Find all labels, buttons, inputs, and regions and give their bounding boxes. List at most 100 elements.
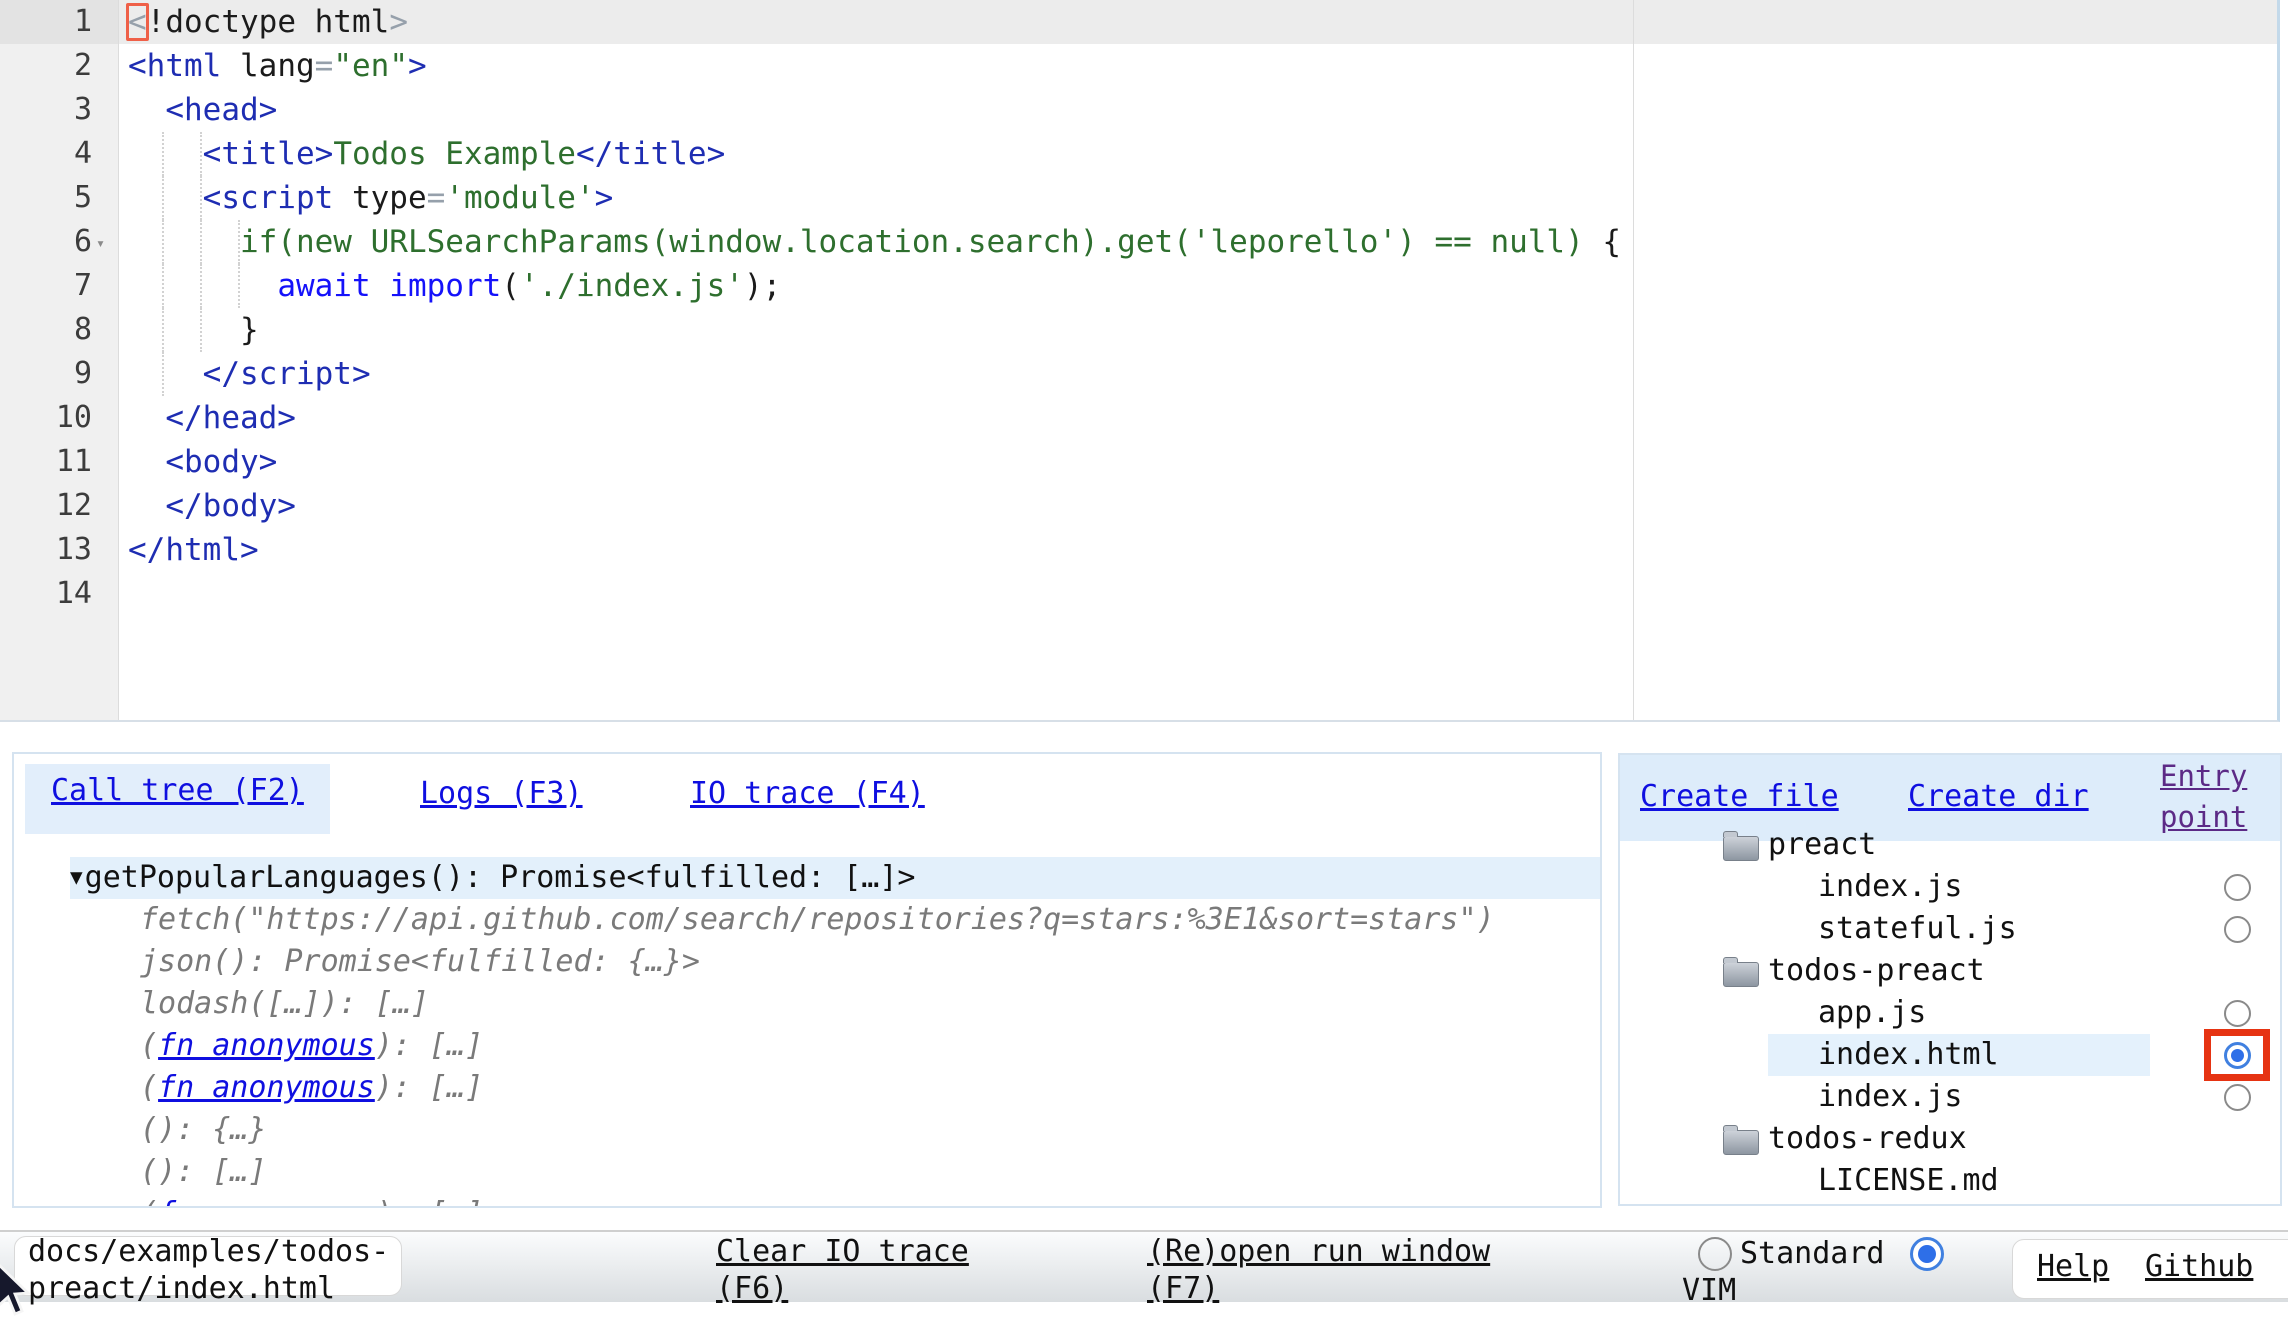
code-line[interactable]: } [119,308,2277,352]
call-tree-row-label: (): […] [140,1154,266,1189]
call-tree-row-label: ): […] [375,1070,483,1105]
code-line[interactable]: <html lang="en"> [119,44,2277,88]
code-token [128,92,165,128]
call-tree-row[interactable]: json(): Promise<fulfilled: {…}> [140,941,700,983]
code-token: <html [128,48,221,84]
clear-io-trace-button[interactable]: Clear IO trace (F6) [716,1233,986,1307]
code-line[interactable]: <script type='module'> [119,176,2277,220]
code-line[interactable]: await import('./index.js'); [119,264,2277,308]
line-number: 10 [0,396,92,440]
call-tree-row-label: json(): Promise<fulfilled: {…}> [140,944,700,979]
reopen-run-window-button[interactable]: (Re)open run window (F7) [1147,1233,1499,1307]
file-panel-header: Create file Create dir Entry point [1620,755,2280,841]
code-line[interactable]: </body> [119,484,2277,528]
line-number: 6 [0,220,92,264]
line-number: 11 [0,440,92,484]
code-token: Todos Example [333,136,576,172]
help-link[interactable]: Help [2037,1248,2109,1285]
code-line[interactable]: </html> [119,528,2277,572]
call-tree-row-label: fetch("https://api.github.com/search/rep… [140,902,1495,937]
code-line[interactable] [119,572,2277,616]
call-tree-row[interactable]: fetch("https://api.github.com/search/rep… [140,899,1495,941]
code-token: ); [744,268,781,304]
call-tree-row-label: lodash([…]): […] [140,986,429,1021]
line-number: 4 [0,132,92,176]
fn-anonymous-link[interactable]: fn anonymous [158,1196,375,1208]
entry-point-radio[interactable] [2224,874,2251,901]
code-editor[interactable]: 1<!doctype html>2<html lang="en">3 <head… [0,0,2280,722]
folder-name[interactable]: todos-redux [1768,1118,1967,1160]
code-token [128,180,203,216]
entry-point-radio[interactable] [2224,1084,2251,1111]
code-token [128,224,240,260]
code-line[interactable]: <head> [119,88,2277,132]
folder-name[interactable]: todos-preact [1768,950,1985,992]
folder-icon [1723,1130,1759,1155]
call-tree-row[interactable]: (fn anonymous): […] [140,1193,483,1208]
expand-arrow-icon[interactable]: ▼ [70,856,85,898]
file-name[interactable]: index.js [1818,1076,1963,1118]
code-token [128,444,165,480]
current-file-path: docs/examples/todos-preact/index.html [28,1233,396,1307]
tab-logs-link[interactable]: Logs (F3) [420,776,583,812]
code-token: </body> [165,488,296,524]
code-token [128,400,165,436]
call-tree-row-label: ( [140,1196,158,1208]
code-token: <body> [165,444,277,480]
status-bar: docs/examples/todos-preact/index.html Cl… [0,1230,2288,1302]
entry-point-radio[interactable] [2224,1000,2251,1027]
code-line[interactable]: <title>Todos Example</title> [119,132,2277,176]
folder-icon [1723,962,1759,987]
call-tree-row-label: getPopularLanguages(): Promise<fulfilled… [85,860,916,895]
call-tree-row[interactable]: (): […] [140,1151,266,1193]
code-line[interactable]: if(new URLSearchParams(window.location.s… [119,220,2277,264]
call-tree-panel: Call tree (F2) Logs (F3) IO trace (F4) ▼ge… [12,752,1602,1208]
code-token: = [315,48,334,84]
keybindings-standard-label[interactable]: Standard [1740,1235,1885,1272]
line-number: 8 [0,308,92,352]
file-name[interactable]: LICENSE.md [1818,1160,1999,1202]
fn-anonymous-link[interactable]: fn anonymous [158,1028,375,1063]
file-name[interactable]: stateful.js [1818,908,2017,950]
code-token: <title> [203,136,334,172]
code-token: } [128,312,259,348]
code-token: "en" [333,48,408,84]
code-token: </html> [128,532,259,568]
entry-point-radio[interactable] [2224,916,2251,943]
call-tree-row[interactable]: (): {…} [140,1109,266,1151]
code-line[interactable]: </head> [119,396,2277,440]
code-line[interactable]: </script> [119,352,2277,396]
tab-io-trace-link[interactable]: IO trace (F4) [690,776,925,812]
keybindings-vim-radio[interactable] [1910,1237,1944,1271]
code-line[interactable]: <body> [119,440,2277,484]
call-tree-row[interactable]: (fn anonymous): […] [140,1067,483,1109]
line-number: 13 [0,528,92,572]
fold-arrow-icon[interactable]: ▾ [96,220,116,264]
call-tree-row[interactable]: lodash([…]): […] [140,983,429,1025]
entry-point-link[interactable]: Entry point [2160,756,2272,838]
entry-point-radio[interactable] [2224,1042,2251,1069]
code-token: { [1584,224,1621,260]
code-token: > [595,180,614,216]
line-number: 5 [0,176,92,220]
create-file-button[interactable]: Create file [1640,779,1839,815]
line-number: 3 [0,88,92,132]
code-token: './index.js' [520,268,744,304]
code-token: </title> [576,136,725,172]
call-tree-row[interactable]: (fn anonymous): […] [140,1025,483,1067]
tab-call-tree-link[interactable]: Call tree (F2) [51,773,304,808]
code-token: </script> [203,356,371,392]
file-name[interactable]: index.html [1818,1034,1999,1076]
keybindings-vim-label[interactable]: VIM [1682,1272,1736,1309]
fn-anonymous-link[interactable]: fn anonymous [158,1070,375,1105]
github-link[interactable]: Github [2145,1248,2253,1285]
call-tree-row-label: ( [140,1028,158,1063]
file-name[interactable]: index.js [1818,866,1963,908]
code-line[interactable]: <!doctype html> [119,0,2277,44]
call-tree-row[interactable]: ▼getPopularLanguages(): Promise<fulfille… [70,857,1600,899]
file-name[interactable]: app.js [1818,992,1926,1034]
code-token [128,356,203,392]
folder-name[interactable]: preact [1768,824,1876,866]
keybindings-standard-radio[interactable] [1698,1237,1732,1271]
create-dir-button[interactable]: Create dir [1908,779,2089,815]
